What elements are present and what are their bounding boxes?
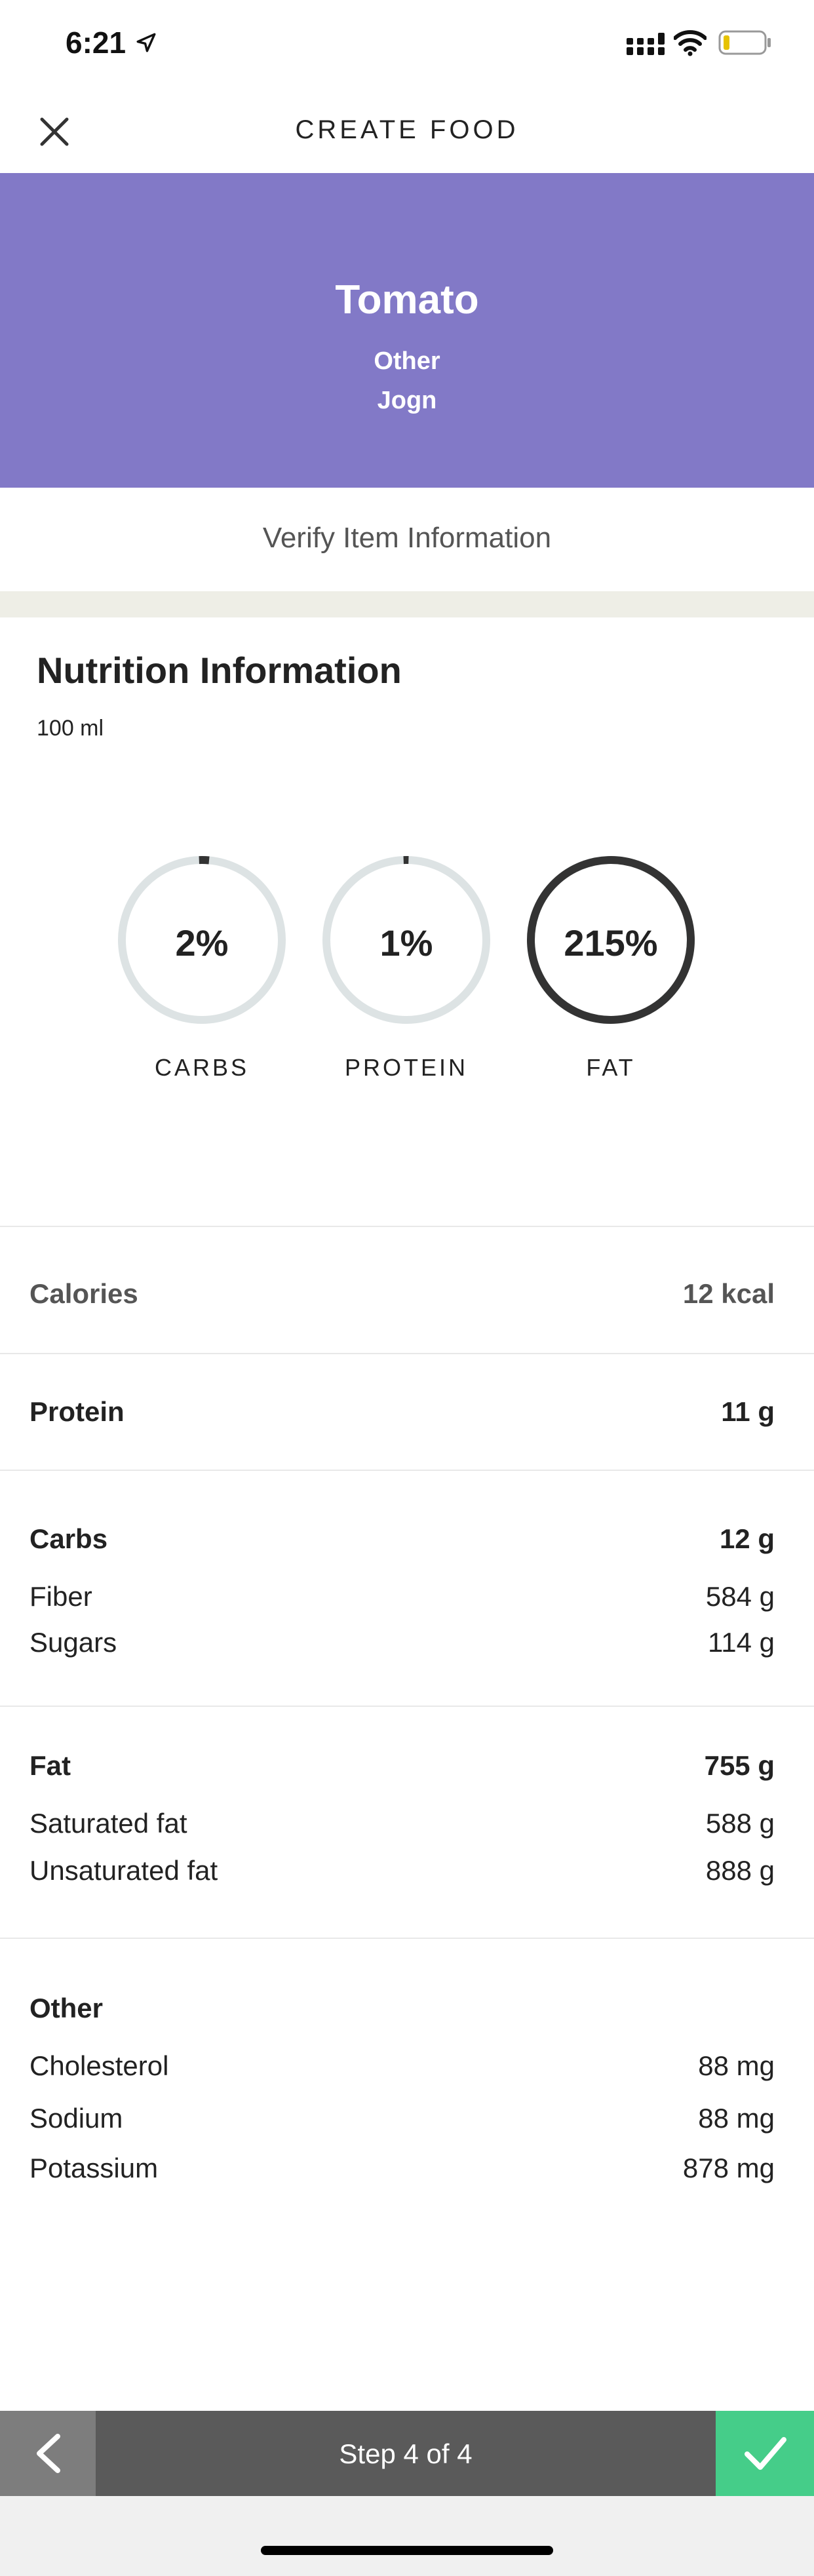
step-indicator: Step 4 of 4 — [339, 2438, 473, 2469]
food-brand: Jogn — [377, 387, 437, 414]
wifi-icon — [674, 30, 707, 56]
unsaturated-fat-label: Unsaturated fat — [29, 1855, 218, 1886]
sodium-label: Sodium — [29, 2103, 123, 2134]
cholesterol-label: Cholesterol — [29, 2050, 169, 2081]
other-row-label: Other — [29, 1993, 104, 2023]
back-button[interactable] — [0, 2411, 96, 2496]
fat-row-value: 755 g — [704, 1750, 775, 1781]
cholesterol-value: 88 mg — [698, 2050, 775, 2081]
status-time: 6:21 — [66, 26, 126, 60]
carbs-label: CARBS — [154, 1054, 250, 1081]
status-bar: 6:21 — [0, 0, 814, 87]
sugars-label: Sugars — [29, 1627, 117, 1658]
food-name: Tomato — [335, 277, 479, 322]
protein-percent: 1% — [379, 922, 433, 964]
verify-item-button[interactable]: Verify Item Information — [0, 488, 814, 591]
sugars-value: 114 g — [708, 1627, 775, 1658]
page-title: CREATE FOOD — [295, 115, 519, 144]
fiber-value: 584 g — [705, 1581, 775, 1612]
confirm-button[interactable] — [716, 2411, 814, 2496]
saturated-fat-label: Saturated fat — [29, 1808, 187, 1839]
fat-percent: 215% — [564, 922, 658, 964]
chevron-left-icon — [37, 2434, 60, 2473]
step-footer: Step 4 of 4 — [0, 2411, 814, 2496]
sodium-value: 88 mg — [698, 2103, 775, 2134]
carbs-ring: 2% CARBS — [117, 855, 287, 1082]
potassium-value: 878 mg — [682, 2153, 775, 2183]
home-indicator — [261, 2546, 553, 2555]
saturated-fat-value: 588 g — [705, 1808, 775, 1839]
carbs-row-value: 12 g — [719, 1523, 775, 1554]
calories-value: 12 kcal — [682, 1278, 775, 1309]
verify-item-label: Verify Item Information — [262, 522, 552, 554]
nutrition-title: Nutrition Information — [37, 650, 402, 691]
divider — [0, 1706, 814, 1707]
carbs-row-label: Carbs — [29, 1523, 108, 1554]
protein-row-label: Protein — [29, 1396, 125, 1427]
header: CREATE FOOD — [0, 87, 814, 173]
divider — [0, 1470, 814, 1471]
serving-size: 100 ml — [37, 716, 104, 741]
protein-row-value: 11 g — [721, 1396, 775, 1427]
location-arrow-icon — [136, 33, 156, 52]
fat-label: FAT — [586, 1054, 636, 1081]
potassium-label: Potassium — [29, 2153, 159, 2183]
calories-label: Calories — [29, 1278, 138, 1309]
unsaturated-fat-value: 888 g — [705, 1855, 775, 1886]
fiber-label: Fiber — [29, 1581, 92, 1612]
protein-label: PROTEIN — [344, 1054, 468, 1081]
protein-ring: 1% PROTEIN — [321, 855, 492, 1082]
battery-low-icon — [718, 30, 771, 55]
fat-row-label: Fat — [29, 1750, 71, 1781]
cellular-signal-icon — [627, 33, 665, 55]
carbs-percent: 2% — [175, 922, 229, 964]
home-area — [0, 2496, 814, 2576]
fat-ring: 215% FAT — [526, 855, 696, 1082]
divider — [0, 1938, 814, 1939]
divider — [0, 1226, 814, 1227]
section-separator — [0, 591, 814, 617]
food-category: Other — [374, 347, 440, 375]
food-hero: Tomato Other Jogn — [0, 173, 814, 488]
divider — [0, 1353, 814, 1354]
checkmark-icon — [745, 2437, 786, 2470]
